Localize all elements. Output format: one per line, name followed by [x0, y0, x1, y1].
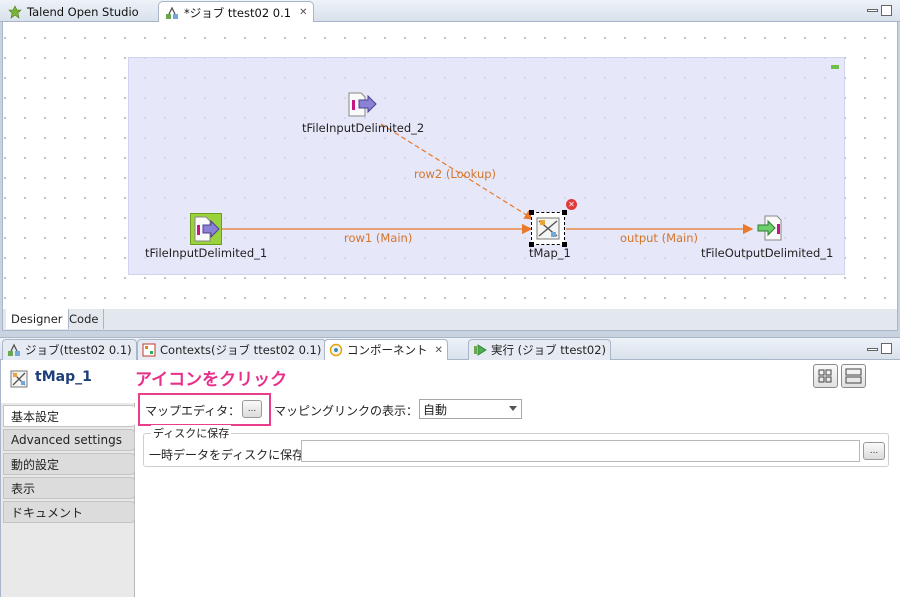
rows-icon — [845, 368, 862, 384]
file-input-delimited-icon[interactable] — [190, 213, 222, 245]
sidebar-item-view[interactable]: 表示 — [3, 477, 135, 499]
selection-handle[interactable] — [529, 210, 534, 215]
temp-data-path-input[interactable] — [301, 440, 860, 462]
component-label-input1[interactable]: tFileInputDelimited_1 — [145, 246, 267, 260]
layout-rows-button[interactable] — [841, 364, 866, 388]
minimize-icon[interactable] — [867, 348, 878, 351]
instruction-annotation: アイコンをクリック — [135, 370, 288, 390]
tmap-icon — [9, 369, 29, 389]
job-icon — [7, 343, 21, 357]
sidebar-item-basic-settings[interactable]: 基本設定 — [3, 405, 135, 427]
grid-icon — [818, 369, 832, 383]
tab-label: Contexts(ジョブ ttest02 0.1) — [160, 343, 322, 357]
map-editor-button[interactable]: ... — [242, 400, 262, 418]
link-label-lookup[interactable]: row2 (Lookup) — [414, 167, 496, 181]
tab-contexts[interactable]: Contexts(ジョブ ttest02 0.1) — [137, 339, 327, 360]
component-label-tmap[interactable]: tMap_1 — [529, 246, 571, 260]
file-input-delimited-icon[interactable] — [346, 91, 378, 119]
component-label-output[interactable]: tFileOutputDelimited_1 — [701, 246, 833, 260]
mapping-link-select[interactable]: 自動 — [419, 399, 522, 419]
close-icon[interactable]: ✕ — [435, 345, 443, 356]
tab-run[interactable]: 実行 (ジョブ ttest02) — [468, 339, 612, 360]
component-label-input2[interactable]: tFileInputDelimited_2 — [302, 121, 424, 135]
tab-job-view[interactable]: ジョブ(ttest02 0.1) — [2, 339, 137, 360]
layout-grid-button[interactable] — [813, 364, 838, 388]
tab-component[interactable]: コンポーネント ✕ — [324, 339, 448, 360]
component-icon — [329, 343, 343, 357]
file-output-delimited-icon[interactable] — [756, 213, 786, 243]
mapping-link-value: 自動 — [423, 402, 448, 417]
component-title: tMap_1 — [35, 369, 92, 385]
selection-handle[interactable] — [562, 210, 567, 215]
sidebar-item-documentation[interactable]: ドキュメント — [3, 501, 135, 523]
tmap-icon[interactable] — [531, 212, 565, 245]
run-icon — [473, 343, 487, 357]
map-editor-label: マップエディタ： — [145, 404, 241, 418]
maximize-icon[interactable] — [881, 343, 892, 354]
tab-label: ジョブ(ttest02 0.1) — [25, 343, 132, 357]
sidebar-item-advanced-settings[interactable]: Advanced settings — [3, 429, 135, 451]
chevron-down-icon — [509, 406, 517, 411]
component-settings-sidebar: 基本設定 Advanced settings 動的設定 表示 ドキュメント — [1, 403, 135, 597]
mapping-link-label: マッピングリンクの表示： — [274, 404, 419, 418]
component-header: tMap_1 アイコンをクリック — [1, 361, 900, 397]
temp-data-label: 一時データをディスクに保存 — [149, 448, 305, 462]
link-label-main[interactable]: row1 (Main) — [344, 231, 412, 245]
tab-designer[interactable]: Designer — [6, 309, 69, 329]
browse-button[interactable]: ... — [863, 442, 885, 460]
designer-code-tabs: Designer Code — [2, 309, 898, 331]
tab-label: コンポーネント — [347, 343, 428, 357]
tab-code[interactable]: Code — [64, 309, 105, 329]
contexts-icon — [142, 343, 156, 357]
disk-save-group-label: ディスクに保存 — [151, 425, 232, 441]
view-tabbar: ジョブ(ttest02 0.1) Contexts(ジョブ ttest02 0.… — [0, 337, 900, 360]
sidebar-item-dynamic-settings[interactable]: 動的設定 — [3, 453, 135, 475]
error-icon: ✕ — [566, 199, 577, 210]
tab-label: 実行 (ジョブ ttest02) — [491, 343, 607, 357]
link-label-output[interactable]: output (Main) — [620, 231, 698, 245]
